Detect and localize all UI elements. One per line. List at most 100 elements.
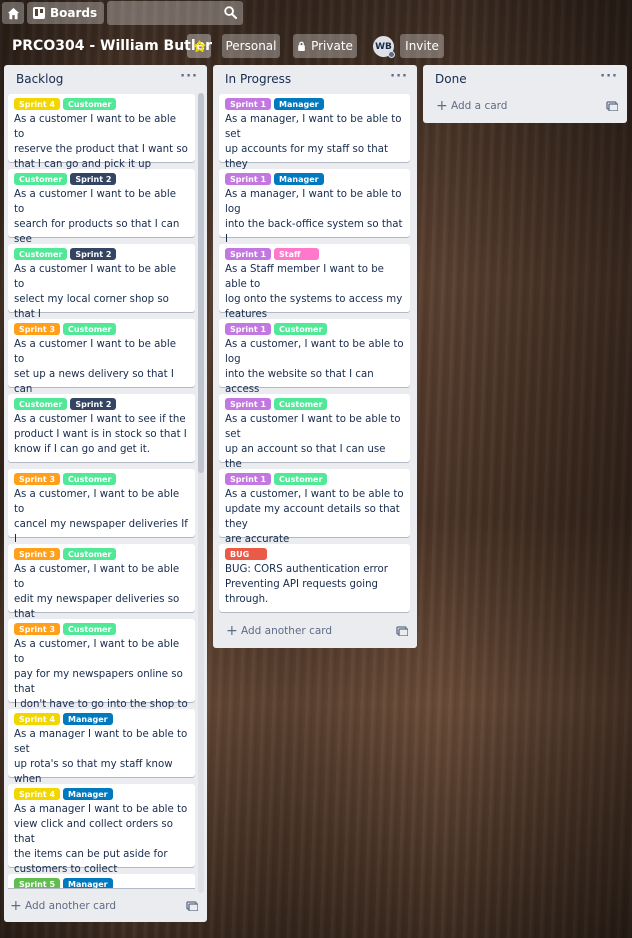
privacy-button[interactable]: Private [293, 34, 357, 58]
home-button[interactable] [2, 2, 24, 24]
card-label[interactable]: Sprint 4 [14, 98, 61, 110]
card-title-line: into the back-office system so that I [225, 219, 403, 245]
card[interactable]: Sprint 3 Customer As a customer I want to … [8, 319, 195, 410]
add-card-button[interactable]: + Add a card [436, 96, 507, 116]
card-label[interactable]: Manager [274, 173, 324, 185]
star-button[interactable] [187, 34, 211, 58]
card[interactable]: Sprint 1 Manager As a manager, I want to b… [219, 94, 410, 185]
card[interactable]: Sprint 4 Manager As a manager I want to be… [8, 784, 195, 875]
card-label[interactable]: Customer [274, 398, 328, 410]
card-labels: Sprint 5 Manager [14, 878, 189, 888]
list-header: Backlog ··· [4, 65, 207, 93]
search-icon[interactable] [224, 6, 238, 19]
card[interactable]: Customer Sprint 2 As a customer I want to … [8, 394, 195, 462]
add-card-button[interactable]: + Add another card [10, 896, 116, 916]
plus-icon: + [10, 898, 22, 914]
card-label[interactable]: Sprint 1 [225, 323, 272, 335]
card-title-line: As a customer I want to be able to [14, 264, 176, 290]
board-header: PRCO304 - William Butler Personal Privat… [0, 34, 632, 60]
card[interactable]: Sprint 3 Customer As a customer, I want to… [8, 469, 195, 575]
board-title[interactable]: PRCO304 - William Butler [12, 38, 212, 54]
card-label[interactable]: Sprint 2 [70, 248, 117, 260]
card-label[interactable]: Sprint 3 [14, 323, 61, 335]
backlog-scrollbar[interactable] [198, 93, 204, 893]
boards-button[interactable]: Boards [27, 2, 105, 24]
card-label[interactable]: Sprint 1 [225, 398, 272, 410]
list-menu-icon[interactable]: ··· [390, 69, 408, 84]
card[interactable]: Sprint 1 Manager As a manager, I want to b… [219, 169, 410, 260]
card-label[interactable]: Sprint 3 [14, 548, 61, 560]
card-label[interactable]: Manager [63, 788, 113, 800]
card-labels: Sprint 1 Customer [225, 398, 404, 410]
card-label[interactable]: Customer [14, 248, 68, 260]
list-title[interactable]: In Progress [225, 72, 291, 86]
list-in-progress: In Progress ··· Sprint 1 Manager As a mana… [213, 65, 417, 648]
card-label[interactable]: Sprint 1 [225, 98, 272, 110]
card[interactable]: Sprint 4 Manager As a manager I want to be… [8, 709, 195, 800]
card-label[interactable]: Customer [274, 323, 328, 335]
card-label[interactable]: Sprint 4 [14, 713, 61, 725]
card[interactable]: Customer Sprint 2 As a customer I want to … [8, 169, 195, 260]
card[interactable]: Sprint 5 Manager [8, 874, 195, 888]
card-labels: Sprint 1 Customer [225, 323, 404, 335]
card-label[interactable]: Manager [63, 713, 113, 725]
scroll-thumb[interactable] [198, 93, 204, 473]
template-icon[interactable] [606, 101, 618, 111]
card-label[interactable]: Customer [63, 323, 117, 335]
card-label[interactable]: Customer [63, 623, 117, 635]
card-label[interactable]: Customer [63, 98, 117, 110]
card-label[interactable]: Sprint 3 [14, 473, 61, 485]
search-box[interactable] [107, 1, 244, 25]
invite-button[interactable]: Invite [400, 34, 444, 58]
card[interactable]: Customer Sprint 2 As a customer I want to … [8, 244, 195, 335]
card-label[interactable]: Customer [14, 398, 68, 410]
card-label[interactable]: Sprint 1 [225, 173, 272, 185]
card-label[interactable]: Customer [63, 548, 117, 560]
template-icon[interactable] [186, 901, 198, 911]
search-input[interactable] [107, 1, 244, 25]
boards-label: Boards [50, 6, 98, 20]
add-card-button[interactable]: + Add another card [226, 621, 332, 641]
card-label[interactable]: Customer [14, 173, 68, 185]
card[interactable]: Sprint 3 Customer As a customer, I want to… [8, 619, 195, 725]
home-icon [7, 7, 19, 19]
card-label[interactable]: Manager [63, 878, 113, 888]
card-title-line: update my account details so that they [225, 504, 400, 530]
card-label[interactable]: Manager [274, 98, 324, 110]
card-label[interactable]: Sprint 1 [225, 473, 272, 485]
template-icon[interactable] [396, 626, 408, 636]
card-label[interactable]: Staff [274, 248, 319, 260]
card-label[interactable]: Sprint 2 [70, 173, 117, 185]
plus-icon: + [226, 623, 238, 639]
card-title-line: As a customer I want to see if the [14, 414, 186, 425]
card-label[interactable]: Sprint 1 [225, 248, 272, 260]
card-label[interactable]: Sprint 4 [14, 788, 61, 800]
card[interactable]: Sprint 4 Customer As a customer I want to … [8, 94, 195, 170]
card[interactable]: Sprint 3 Customer As a customer, I want to… [8, 544, 195, 650]
card-title: As a customer I want to see if the produc… [14, 412, 189, 457]
card-title-line: As a customer, I want to be able to [14, 489, 180, 515]
card-label[interactable]: Sprint 3 [14, 623, 61, 635]
list-menu-icon[interactable]: ··· [600, 69, 618, 84]
card-label[interactable]: BUG [225, 548, 268, 560]
member-avatar[interactable]: WB [373, 36, 395, 58]
card-title-line: As a customer I want to be able to [14, 339, 176, 365]
card-label[interactable]: Customer [274, 473, 328, 485]
card[interactable]: Sprint 1 Customer As a customer, I want to… [219, 469, 410, 545]
card-label[interactable]: Sprint 2 [70, 398, 117, 410]
list-title[interactable]: Done [435, 72, 467, 86]
card-labels: Sprint 4 Manager [14, 713, 189, 725]
top-nav: Boards [0, 0, 632, 26]
team-visibility-button[interactable]: Personal [222, 34, 280, 58]
boards-icon [33, 7, 45, 19]
list-title[interactable]: Backlog [16, 72, 63, 86]
card-label[interactable]: Sprint 5 [14, 878, 61, 888]
list-menu-icon[interactable]: ··· [180, 69, 198, 84]
card[interactable]: BUG BUG: CORS authentication error Prevent… [219, 544, 410, 612]
card-title-line: BUG: CORS authentication error [225, 564, 388, 575]
card-title-line: search for products so that I can see [14, 219, 180, 245]
card[interactable]: Sprint 1 Staff As a Staff member I want to… [219, 244, 410, 320]
card[interactable]: Sprint 1 Customer As a customer, I want to… [219, 319, 410, 410]
card[interactable]: Sprint 1 Customer As a customer I want to … [219, 394, 410, 485]
card-label[interactable]: Customer [63, 473, 117, 485]
